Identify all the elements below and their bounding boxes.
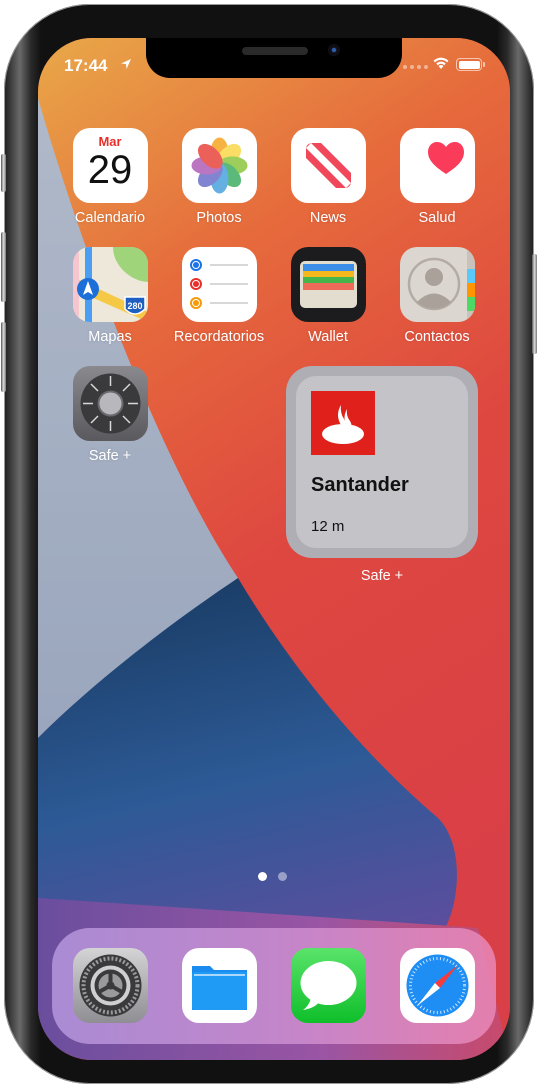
page-dot-2[interactable] <box>278 872 287 881</box>
app-photos[interactable]: Photos <box>169 128 269 226</box>
app-news[interactable]: News <box>278 128 378 226</box>
calendar-day: 29 <box>87 148 133 192</box>
highway-shield: 280 <box>127 301 142 311</box>
reminders-icon <box>181 247 257 322</box>
safe-icon <box>72 366 148 441</box>
app-label: Contactos <box>404 329 470 345</box>
santander-logo-icon <box>311 391 375 455</box>
speaker-grille <box>242 47 308 55</box>
app-wallet[interactable]: Wallet <box>278 247 378 345</box>
widget-label: Safe + <box>360 568 404 584</box>
front-camera <box>328 44 340 56</box>
safari-icon[interactable] <box>400 948 475 1023</box>
contacts-icon <box>399 247 475 322</box>
cellular-signal-icon <box>403 65 428 69</box>
app-calendario[interactable]: Mar 29 Calendario <box>60 128 160 226</box>
health-icon <box>399 128 475 203</box>
app-salud[interactable]: Salud <box>387 128 487 226</box>
settings-icon[interactable] <box>73 948 148 1023</box>
app-label: Photos <box>196 210 242 226</box>
app-mapas[interactable]: 280 Mapas <box>60 247 160 345</box>
widget-card: Santander 12 m <box>296 376 468 548</box>
wifi-icon <box>433 57 449 69</box>
files-icon[interactable] <box>182 948 257 1023</box>
news-icon <box>290 128 366 203</box>
app-safe-plus[interactable]: Safe + <box>60 366 160 464</box>
battery-icon <box>456 58 485 71</box>
photos-icon <box>181 128 257 203</box>
notch <box>146 38 402 78</box>
app-label: Mapas <box>88 329 132 345</box>
widget-title: Santander <box>311 474 409 496</box>
mute-switch <box>1 154 6 192</box>
messages-icon[interactable] <box>291 948 366 1023</box>
status-time: 17:44 <box>64 56 108 75</box>
page-indicator[interactable] <box>258 872 287 881</box>
app-label: Salud <box>418 210 456 226</box>
app-label: Recordatorios <box>173 329 265 345</box>
calendar-month: Mar <box>98 134 122 149</box>
app-label: Safe + <box>88 448 132 464</box>
wallet-icon <box>290 247 366 322</box>
phone-frame: 17:44 Mar 29 Calendario Photos News Salu… <box>1 4 537 1084</box>
dock <box>52 928 496 1044</box>
app-label: Calendario <box>74 210 146 226</box>
side-button <box>532 254 537 354</box>
volume-down-button <box>1 322 6 392</box>
app-recordatorios[interactable]: Recordatorios <box>169 247 269 345</box>
app-label: Wallet <box>308 329 348 345</box>
santander-widget[interactable]: Santander 12 m <box>286 366 478 558</box>
maps-icon: 280 <box>72 247 148 322</box>
location-arrow-icon <box>121 59 131 69</box>
page-dot-1[interactable] <box>258 872 267 881</box>
widget-time: 12 m <box>311 518 345 535</box>
calendar-icon: Mar 29 <box>72 128 148 203</box>
app-label: News <box>309 210 347 226</box>
home-screen: 17:44 Mar 29 Calendario Photos News Salu… <box>38 38 510 1060</box>
volume-up-button <box>1 232 6 302</box>
app-contactos[interactable]: Contactos <box>387 247 487 345</box>
